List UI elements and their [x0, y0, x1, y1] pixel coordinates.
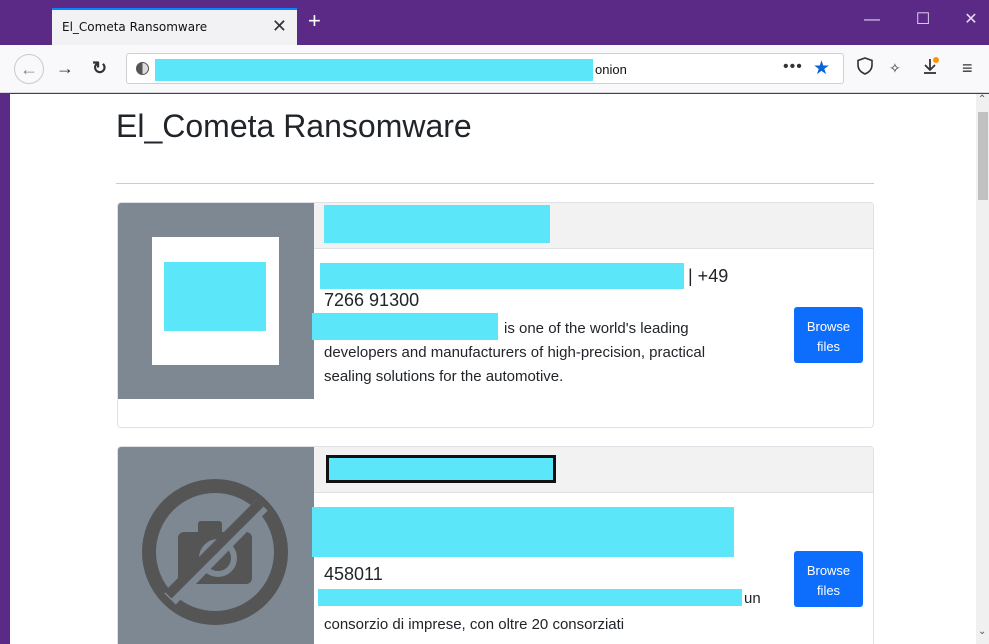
extension-icon[interactable]: ✧ [889, 57, 901, 79]
menu-icon[interactable]: ≡ [962, 57, 973, 79]
phone-prefix: | +49 [688, 266, 729, 286]
tab-title: El_Cometa Ransomware [62, 20, 208, 34]
back-icon[interactable]: ← [14, 54, 44, 84]
close-window-icon[interactable]: ✕ [961, 10, 981, 30]
description-line-2: consorzio di imprese, con oltre 20 conso… [324, 616, 625, 633]
scroll-down-icon[interactable]: ⌄ [978, 626, 986, 637]
tab-active[interactable]: El_Cometa Ransomware ✕ [52, 8, 297, 45]
tab-close-icon[interactable]: ✕ [272, 16, 287, 36]
page-title: El_Cometa Ransomware [116, 108, 472, 144]
no-camera-icon [142, 479, 288, 625]
scroll-thumb[interactable] [978, 112, 988, 200]
victim-card: 458011 un consorzio di imprese, con oltr… [117, 446, 874, 644]
description-line-3: sealing solutions for the automotive. [324, 368, 564, 385]
company-logo [152, 237, 279, 365]
phone-number: 458011 [324, 564, 383, 584]
site-info-icon[interactable] [136, 62, 149, 75]
title-bar: El_Cometa Ransomware ✕ + — ☐ ✕ [0, 0, 989, 45]
page-content: El_Cometa Ransomware | +49 7266 91300 is… [10, 94, 976, 644]
company-name-redaction [324, 205, 550, 243]
shield-icon[interactable] [857, 57, 873, 82]
description-redaction [318, 589, 742, 606]
url-text: onion [595, 62, 627, 77]
bookmark-star-icon[interactable]: ★ [813, 57, 830, 80]
victim-card: | +49 7266 91300 is one of the world's l… [117, 202, 874, 428]
company-logo-panel [118, 203, 314, 399]
navigation-bar: ← → ↻ onion ••• ★ ✧ ≡ [0, 45, 989, 93]
scroll-up-icon[interactable]: ⌃ [978, 94, 986, 105]
page-actions-icon[interactable]: ••• [783, 58, 803, 76]
card-body: 458011 un consorzio di imprese, con oltr… [312, 493, 873, 644]
description-line-2: developers and manufacturers of high-pre… [324, 344, 706, 361]
card-body: | +49 7266 91300 is one of the world's l… [312, 249, 873, 427]
company-logo-panel [118, 447, 314, 644]
url-bar[interactable]: onion ••• ★ [126, 53, 844, 84]
forward-icon[interactable]: → [56, 57, 74, 79]
browse-files-button[interactable]: Browse files [794, 307, 863, 363]
phone-number: 7266 91300 [324, 290, 420, 310]
reload-icon[interactable]: ↻ [92, 57, 107, 79]
card-header [314, 203, 873, 249]
new-tab-button[interactable]: + [308, 10, 321, 32]
address-redaction [312, 507, 734, 557]
description-redaction [312, 313, 498, 340]
browse-files-button[interactable]: Browse files [794, 551, 863, 607]
company-name-redaction [326, 455, 556, 483]
download-icon[interactable] [921, 57, 939, 82]
scrollbar[interactable]: ⌃ ⌄ [976, 94, 989, 644]
url-redaction [155, 59, 593, 81]
maximize-icon[interactable]: ☐ [913, 10, 933, 30]
divider [116, 183, 874, 184]
logo-redaction [164, 262, 266, 331]
minimize-icon[interactable]: — [862, 10, 882, 30]
card-header [314, 447, 873, 493]
address-redaction [320, 263, 684, 289]
